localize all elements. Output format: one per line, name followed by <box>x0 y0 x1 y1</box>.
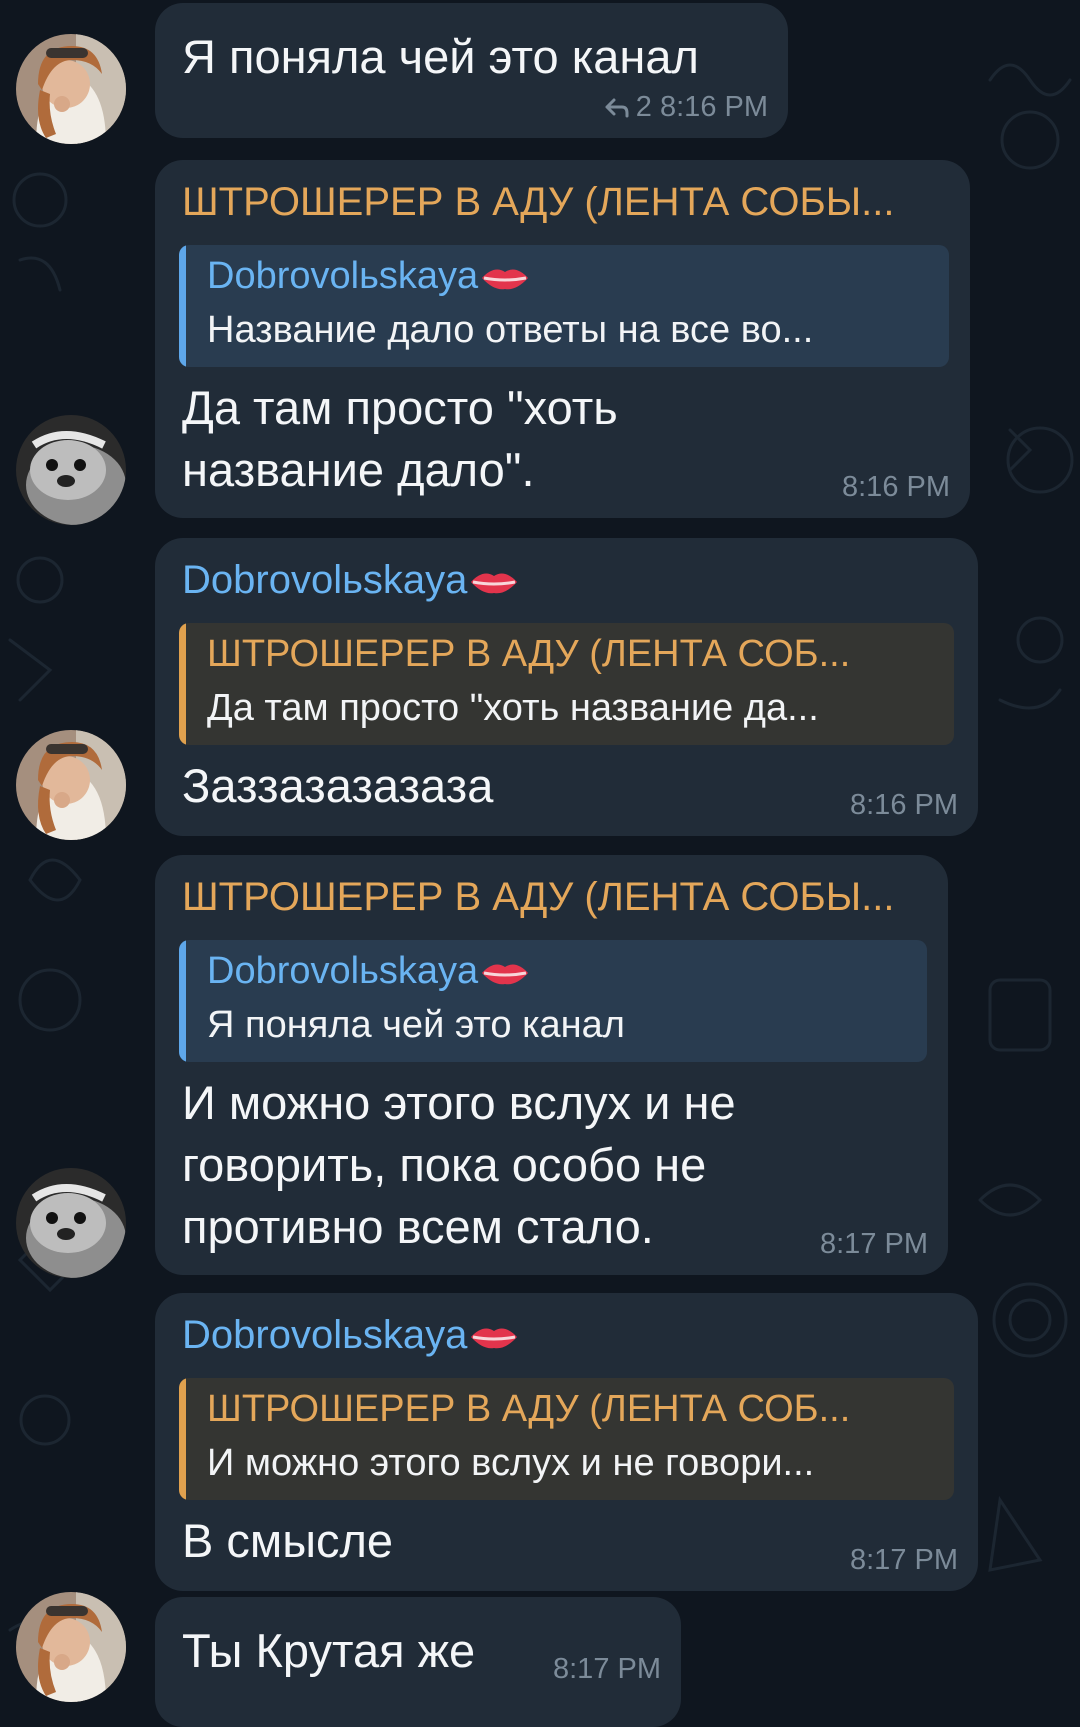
avatar[interactable] <box>16 1168 126 1278</box>
message-text-line: И можно этого вслух и не <box>182 1076 736 1129</box>
reply-quote[interactable]: Dobrovolьskaya Название дало ответы на в… <box>179 245 949 367</box>
avatar-otter-icon <box>16 1168 126 1278</box>
message-time: 8:16 PM <box>842 471 950 503</box>
quote-text: Название дало ответы на все во... <box>207 309 814 351</box>
quote-sender: Dobrovolьskaya <box>207 950 530 993</box>
message-text-line: Да там просто "хоть <box>182 381 618 434</box>
message-time: 8:17 PM <box>820 1228 928 1260</box>
lips-emoji-icon <box>482 269 529 290</box>
avatar-girl-icon <box>16 730 126 840</box>
reply-count[interactable]: 2 <box>636 91 652 123</box>
reply-arrow-icon[interactable] <box>604 97 630 119</box>
message-bubble[interactable]: Dobrovolьskaya ШТРОШЕРЕР В АДУ (ЛЕНТА СО… <box>155 538 978 836</box>
message-text: Заззазазазаза <box>182 759 494 812</box>
message-text-line: противно всем стало. <box>182 1200 654 1253</box>
avatar[interactable] <box>16 1592 126 1702</box>
message-time: 8:16 PM <box>850 789 958 821</box>
quote-bar <box>179 940 186 1062</box>
sender-name[interactable]: ШТРОШЕРЕР В АДУ (ЛЕНТА СОБЫ... <box>182 875 895 920</box>
sender-name[interactable]: Dobrovolьskaya <box>182 558 519 603</box>
lips-emoji-icon <box>471 573 518 594</box>
message-bubble[interactable]: Ты Крутая же 8:17 PM <box>155 1597 681 1727</box>
message-text-line: говорить, пока особо не <box>182 1138 707 1191</box>
message-text-line: название дало". <box>182 443 535 496</box>
avatar-girl-icon <box>16 34 126 144</box>
quote-bar <box>179 623 186 745</box>
message-time: 8:17 PM <box>850 1544 958 1576</box>
message-meta: 2 8:16 PM <box>604 91 768 124</box>
quote-text: Я поняла чей это канал <box>207 1004 625 1046</box>
sender-name[interactable]: Dobrovolьskaya <box>182 1313 519 1358</box>
message-bubble[interactable]: ШТРОШЕРЕР В АДУ (ЛЕНТА СОБЫ... Dobrovolь… <box>155 855 948 1275</box>
avatar[interactable] <box>16 415 126 525</box>
quote-sender: Dobrovolьskaya <box>207 255 530 298</box>
quote-text: И можно этого вслух и не говори... <box>207 1442 815 1484</box>
message-bubble[interactable]: Я поняла чей это канал 2 8:16 PM <box>155 3 788 138</box>
quote-text: Да там просто "хоть название да... <box>207 687 819 729</box>
lips-emoji-icon <box>482 964 529 985</box>
reply-quote[interactable]: Dobrovolьskaya Я поняла чей это канал <box>179 940 927 1062</box>
message-text: Я поняла чей это канал <box>182 30 699 83</box>
quote-sender: ШТРОШЕРЕР В АДУ (ЛЕНТА СОБ... <box>207 633 851 675</box>
avatar[interactable] <box>16 730 126 840</box>
message-time: 8:16 PM <box>660 91 768 123</box>
message-text: В смысле <box>182 1514 394 1567</box>
quote-sender: ШТРОШЕРЕР В АДУ (ЛЕНТА СОБ... <box>207 1388 851 1430</box>
sender-name[interactable]: ШТРОШЕРЕР В АДУ (ЛЕНТА СОБЫ... <box>182 180 895 225</box>
message-bubble[interactable]: Dobrovolьskaya ШТРОШЕРЕР В АДУ (ЛЕНТА СО… <box>155 1293 978 1591</box>
reply-quote[interactable]: ШТРОШЕРЕР В АДУ (ЛЕНТА СОБ... Да там про… <box>179 623 954 745</box>
quote-bar <box>179 245 186 367</box>
lips-emoji-icon <box>471 1328 518 1349</box>
avatar-girl-icon <box>16 1592 126 1702</box>
avatar[interactable] <box>16 34 126 144</box>
reply-quote[interactable]: ШТРОШЕРЕР В АДУ (ЛЕНТА СОБ... И можно эт… <box>179 1378 954 1500</box>
message-bubble[interactable]: ШТРОШЕРЕР В АДУ (ЛЕНТА СОБЫ... Dobrovolь… <box>155 160 970 518</box>
message-text: Ты Крутая же <box>182 1624 476 1677</box>
quote-bar <box>179 1378 186 1500</box>
message-time: 8:17 PM <box>553 1653 661 1685</box>
avatar-otter-icon <box>16 415 126 525</box>
